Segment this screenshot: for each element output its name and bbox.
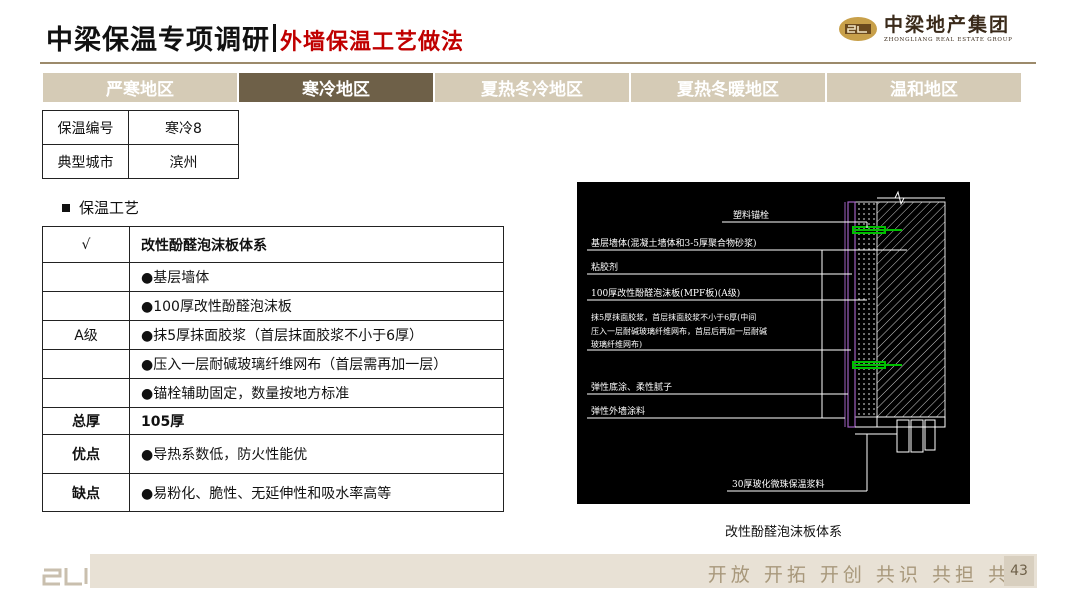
footer-logo-icon — [42, 566, 96, 588]
table-row: ●压入一层耐碱玻璃纤维网布（首层需再加一层） — [42, 349, 504, 379]
advantages-value: ●导热系数低，防火性能优 — [129, 434, 504, 474]
layer-item: ●锚栓辅助固定，数量按地方标准 — [129, 378, 504, 408]
drawing-label: 基层墙体(混凝土墙体和3-5厚聚合物砂浆) — [591, 237, 757, 249]
layer-item: ●基层墙体 — [129, 262, 504, 292]
footer-slogan: 开放 开拓 开创 共识 共担 共享 — [707, 564, 1034, 586]
table-row: 缺点 ●易粉化、脆性、无延伸性和吸水率高等 — [42, 473, 504, 512]
page-number: 43 — [1004, 556, 1034, 586]
disadvantages-label: 缺点 — [42, 473, 130, 512]
table-row: A级 ●抹5厚抹面胶浆（首层抹面胶浆不小于6厚） — [42, 320, 504, 350]
section-title: 保温工艺 — [79, 199, 140, 217]
grade-label: A级 — [42, 320, 130, 350]
table-row: 典型城市 滨州 — [42, 144, 239, 179]
title-separator — [273, 23, 276, 52]
square-bullet-icon — [62, 203, 70, 212]
empty-cell — [42, 262, 130, 292]
info-key: 典型城市 — [42, 144, 129, 179]
cad-section-drawing: 塑料锚栓 基层墙体(混凝土墙体和3-5厚聚合物砂浆) 粘胶剂 100厚改性酚醛泡… — [577, 182, 970, 504]
info-value: 寒冷8 — [128, 110, 239, 145]
header-divider — [40, 62, 1036, 64]
layer-item: ●压入一层耐碱玻璃纤维网布（首层需再加一层） — [129, 349, 504, 379]
drawing-caption: 改性酚醛泡沫板体系 — [724, 525, 842, 540]
layer-item: ●100厚改性酚醛泡沫板 — [129, 291, 504, 321]
check-mark: √ — [42, 226, 130, 263]
page-subtitle: 外墙保温工艺做法 — [280, 30, 465, 55]
company-name-en: ZHONGLIANG REAL ESTATE GROUP — [884, 37, 1013, 43]
drawing-label: 弹性外墙涂料 — [591, 405, 645, 417]
info-key: 保温编号 — [42, 110, 129, 145]
table-row: ●基层墙体 — [42, 262, 504, 292]
table-row: ●锚栓辅助固定，数量按地方标准 — [42, 378, 504, 408]
drawing-label: 抹5厚抹面胶浆，首层抹面胶浆不小于6厚(中间 — [591, 312, 756, 322]
tab-severe-cold[interactable]: 严寒地区 — [43, 73, 237, 102]
advantages-label: 优点 — [42, 434, 130, 474]
table-row: √ 改性酚醛泡沫板体系 — [42, 226, 504, 263]
table-row: 保温编号 寒冷8 — [42, 110, 239, 145]
system-name: 改性酚醛泡沫板体系 — [129, 226, 504, 263]
layer-item: ●抹5厚抹面胶浆（首层抹面胶浆不小于6厚） — [129, 320, 504, 350]
company-logo: 中梁地产集团 ZHONGLIANG REAL ESTATE GROUP — [838, 14, 1013, 44]
tab-cold[interactable]: 寒冷地区 — [239, 73, 433, 102]
page-title: 中梁保温专项调研 — [46, 25, 270, 56]
drawing-label: 100厚改性酚醛泡沫板(MPF板)(A级) — [591, 287, 740, 299]
empty-cell — [42, 378, 130, 408]
company-logo-icon — [838, 15, 878, 43]
drawing-label: 30厚玻化微珠保温浆料 — [732, 478, 824, 490]
info-table: 保温编号 寒冷8 典型城市 滨州 — [42, 110, 239, 179]
empty-cell — [42, 349, 130, 379]
tab-hot-summer-cold-winter[interactable]: 夏热冬冷地区 — [435, 73, 629, 102]
total-thickness-label: 总厚 — [42, 407, 130, 435]
disadvantages-value: ●易粉化、脆性、无延伸性和吸水率高等 — [129, 473, 504, 512]
tab-hot-summer-warm-winter[interactable]: 夏热冬暖地区 — [631, 73, 825, 102]
region-tabs: 严寒地区 寒冷地区 夏热冬冷地区 夏热冬暖地区 温和地区 — [43, 73, 1023, 102]
table-row: 优点 ●导热系数低，防火性能优 — [42, 434, 504, 474]
drawing-label: 压入一层耐碱玻璃纤维网布，首层后再加一层耐碱 — [591, 326, 767, 336]
drawing-label: 塑料锚栓 — [733, 209, 769, 221]
process-table: √ 改性酚醛泡沫板体系 ●基层墙体 ●100厚改性酚醛泡沫板 A级 ●抹5厚抹面… — [42, 226, 504, 512]
drawing-label: 玻璃纤维网布) — [591, 339, 642, 349]
section-heading: 保温工艺 — [62, 197, 139, 218]
company-name-cn: 中梁地产集团 — [884, 14, 1011, 36]
table-row: 总厚 105厚 — [42, 407, 504, 435]
drawing-label: 弹性底涂、柔性腻子 — [591, 381, 672, 393]
page-title-group: 中梁保温专项调研 外墙保温工艺做法 — [46, 18, 464, 57]
table-row: ●100厚改性酚醛泡沫板 — [42, 291, 504, 321]
empty-cell — [42, 291, 130, 321]
tab-mild[interactable]: 温和地区 — [827, 73, 1021, 102]
drawing-label: 粘胶剂 — [591, 261, 618, 273]
total-thickness-value: 105厚 — [129, 407, 504, 435]
info-value: 滨州 — [128, 144, 239, 179]
